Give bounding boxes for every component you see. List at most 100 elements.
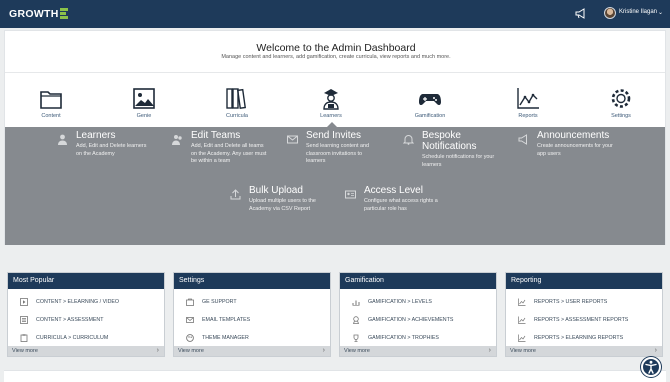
menu-item-announcements[interactable]: Announcements Create announcements for y… xyxy=(518,131,633,161)
page-subtitle: Manage content and learners, add gamific… xyxy=(221,54,451,60)
category-label: Settings xyxy=(611,113,631,119)
panel-link[interactable]: GAMIFICATION > LEVELS xyxy=(352,297,432,307)
category-genie[interactable]: Genie xyxy=(114,87,174,119)
view-more-link[interactable]: View more › xyxy=(506,346,662,356)
panel-link[interactable]: GE SUPPORT xyxy=(186,297,237,307)
panel-link[interactable]: REPORTS > ELEARNING REPORTS xyxy=(518,333,623,343)
menu-item-description: Add, Edit and Delete all teams on the Aca… xyxy=(191,143,267,165)
menu-item-title: Access Level xyxy=(364,185,423,196)
folder-icon xyxy=(40,91,62,109)
id-card-icon xyxy=(345,190,356,199)
clipboard-icon xyxy=(20,334,28,342)
page-title: Welcome to the Admin Dashboard xyxy=(256,42,416,54)
menu-item-title: Edit Teams xyxy=(191,130,241,141)
panel-link[interactable]: REPORTS > ASSESSMENT REPORTS xyxy=(518,315,628,325)
accessibility-button[interactable] xyxy=(641,357,661,377)
chevron-right-icon: › xyxy=(488,347,491,354)
divider xyxy=(5,72,665,73)
image-icon xyxy=(133,88,155,109)
chevron-right-icon: › xyxy=(654,347,657,354)
panel-title: Settings xyxy=(174,273,330,289)
category-curricula[interactable]: Curricula xyxy=(207,87,267,119)
menu-item-access-level[interactable]: Access Level Configure what access right… xyxy=(345,186,460,216)
learner-icon xyxy=(323,89,339,110)
view-more-link[interactable]: View more › xyxy=(8,346,164,356)
medal-icon xyxy=(352,316,360,324)
menu-item-send-invites[interactable]: Send Invites Send learning content and cl… xyxy=(287,131,392,169)
username[interactable]: Kristine Ilagan xyxy=(619,9,657,15)
panel-settings: Settings GE SUPPORT EMAIL TEMPLATES THEM… xyxy=(173,272,331,357)
envelope-icon xyxy=(287,135,298,144)
bell-icon xyxy=(403,135,414,145)
menu-item-learners[interactable]: Learners Add, Edit and Delete learners on… xyxy=(57,131,162,161)
learners-menu: Learners Add, Edit and Delete learners on… xyxy=(5,127,665,245)
menu-item-title: Learners xyxy=(76,130,116,141)
chart-icon xyxy=(517,88,539,109)
panel-link[interactable]: GAMIFICATION > TROPHIES xyxy=(352,333,439,343)
view-more-link[interactable]: View more › xyxy=(174,346,330,356)
panel-title: Gamification xyxy=(340,273,496,289)
logo-mark-icon xyxy=(59,7,68,21)
menu-item-edit-teams[interactable]: Edit Teams Add, Edit and Delete all team… xyxy=(172,131,282,169)
menu-item-title: Bulk Upload xyxy=(249,185,303,196)
menu-item-bespoke-notifications[interactable]: Bespoke Notifications Schedule notificati… xyxy=(403,131,513,171)
envelope-icon xyxy=(186,317,194,323)
menu-item-bulk-upload[interactable]: Bulk Upload Upload multiple users to the… xyxy=(230,186,340,216)
gear-icon xyxy=(611,89,631,108)
panel-reporting: Reporting REPORTS > USER REPORTS REPORTS… xyxy=(505,272,663,357)
megaphone-icon xyxy=(518,134,527,145)
books-icon xyxy=(226,88,247,109)
category-reports[interactable]: Reports xyxy=(498,87,558,119)
upload-icon xyxy=(230,189,241,200)
panel-most-popular: Most Popular CONTENT > ELEARNING / VIDEO… xyxy=(7,272,165,357)
panel-title: Most Popular xyxy=(8,273,164,289)
admin-dashboard-card: Welcome to the Admin Dashboard Manage co… xyxy=(4,30,666,245)
avatar[interactable] xyxy=(604,7,616,19)
chevron-down-icon[interactable]: ⌄ xyxy=(658,9,663,16)
panel-link[interactable]: THEME MANAGER xyxy=(186,333,249,343)
panel-link[interactable]: CURRICULA > CURRICULUM xyxy=(20,333,108,343)
users-icon xyxy=(172,135,182,145)
chevron-right-icon: › xyxy=(156,347,159,354)
growth-logo[interactable]: GROWTH xyxy=(9,6,68,22)
gamepad-icon xyxy=(419,94,441,106)
category-settings[interactable]: Settings xyxy=(591,87,651,119)
bottom-card-edge xyxy=(4,370,666,382)
checklist-icon xyxy=(20,316,28,324)
panel-link[interactable]: CONTENT > ASSESSMENT xyxy=(20,315,103,325)
trophy-icon xyxy=(353,334,359,342)
levels-icon xyxy=(352,300,360,306)
category-label: Genie xyxy=(136,113,152,119)
category-content[interactable]: Content xyxy=(21,87,81,119)
menu-item-description: Send learning content and classroom invit… xyxy=(306,143,369,165)
menu-item-description: Configure what access rights a particular… xyxy=(364,198,438,212)
menu-item-description: Add, Edit and Delete learners on the Acad… xyxy=(76,143,147,157)
megaphone-icon[interactable] xyxy=(575,8,587,19)
support-icon xyxy=(186,298,194,306)
category-label: Learners xyxy=(320,113,342,119)
accessibility-icon xyxy=(645,360,657,374)
chart-icon xyxy=(518,316,526,324)
top-navigation-bar: GROWTH Kristine Ilagan ⌄ xyxy=(0,0,670,28)
view-more-link[interactable]: View more › xyxy=(340,346,496,356)
logo-text: GROWTH xyxy=(9,8,59,20)
panel-link[interactable]: EMAIL TEMPLATES xyxy=(186,315,250,325)
chevron-right-icon: › xyxy=(322,347,325,354)
menu-item-title: Send Invites xyxy=(306,130,362,141)
panel-link[interactable]: CONTENT > ELEARNING / VIDEO xyxy=(20,297,119,307)
panel-link[interactable]: GAMIFICATION > ACHIEVEMENTS xyxy=(352,315,453,325)
palette-icon xyxy=(186,334,194,342)
category-label: Reports xyxy=(518,113,538,119)
category-gamification[interactable]: Gamification xyxy=(400,87,460,119)
chart-icon xyxy=(518,334,526,342)
panel-title: Reporting xyxy=(506,273,662,289)
user-icon xyxy=(58,134,67,145)
panel-gamification: Gamification GAMIFICATION > LEVELS GAMIF… xyxy=(339,272,497,357)
menu-item-description: Create announcements for your app users xyxy=(537,143,613,157)
category-label: Content xyxy=(41,113,61,119)
category-learners[interactable]: Learners xyxy=(301,87,361,119)
menu-item-title: Announcements xyxy=(537,130,610,141)
chart-icon xyxy=(518,298,526,306)
panel-link[interactable]: REPORTS > USER REPORTS xyxy=(518,297,607,307)
menu-item-title: Bespoke Notifications xyxy=(422,130,477,152)
